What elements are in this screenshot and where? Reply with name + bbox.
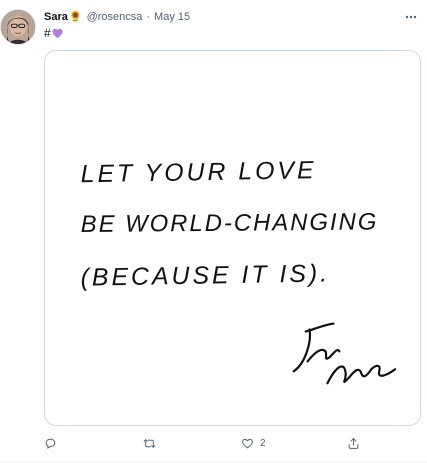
heart-icon: [242, 438, 253, 448]
tweet-actions: 2: [40, 433, 380, 453]
tweet-date[interactable]: May 15: [154, 11, 190, 24]
tweet-image[interactable]: LET YOUR LOVE BE WORLD-CHANGING (BECAUSE…: [44, 50, 421, 426]
note-line-3: (BECAUSE IT IS).: [80, 259, 330, 291]
share-icon: [348, 437, 359, 449]
like-count: 2: [260, 437, 266, 449]
sunflower-emoji: 🌻: [68, 11, 83, 23]
reply-icon: [45, 438, 56, 449]
note-line-1: LET YOUR LOVE: [80, 156, 316, 188]
separator-dot: ·: [146, 11, 151, 23]
author-name[interactable]: Sara: [44, 11, 68, 24]
retweet-icon: [143, 438, 156, 448]
tweet-header: Sara 🌻 @rosencsa · May 15: [44, 11, 190, 24]
handwritten-note-image: LET YOUR LOVE BE WORLD-CHANGING (BECAUSE…: [45, 51, 420, 425]
tweet-card[interactable]: Sara 🌻 @rosencsa · May 15 # LET YOUR LOV…: [0, 0, 427, 463]
hashtag-symbol[interactable]: #: [44, 26, 51, 40]
purple-heart-icon: [52, 28, 63, 39]
tweet-text: #: [44, 26, 63, 40]
note-line-2: BE WORLD-CHANGING: [81, 208, 379, 238]
like-button[interactable]: 2: [241, 433, 266, 453]
retweet-button[interactable]: [143, 433, 162, 453]
share-button[interactable]: [347, 433, 360, 453]
avatar[interactable]: [0, 9, 36, 45]
avatar-image: [1, 10, 35, 44]
reply-button[interactable]: [44, 433, 63, 453]
author-handle[interactable]: @rosencsa: [87, 11, 143, 24]
more-horizontal-icon[interactable]: [403, 9, 419, 25]
